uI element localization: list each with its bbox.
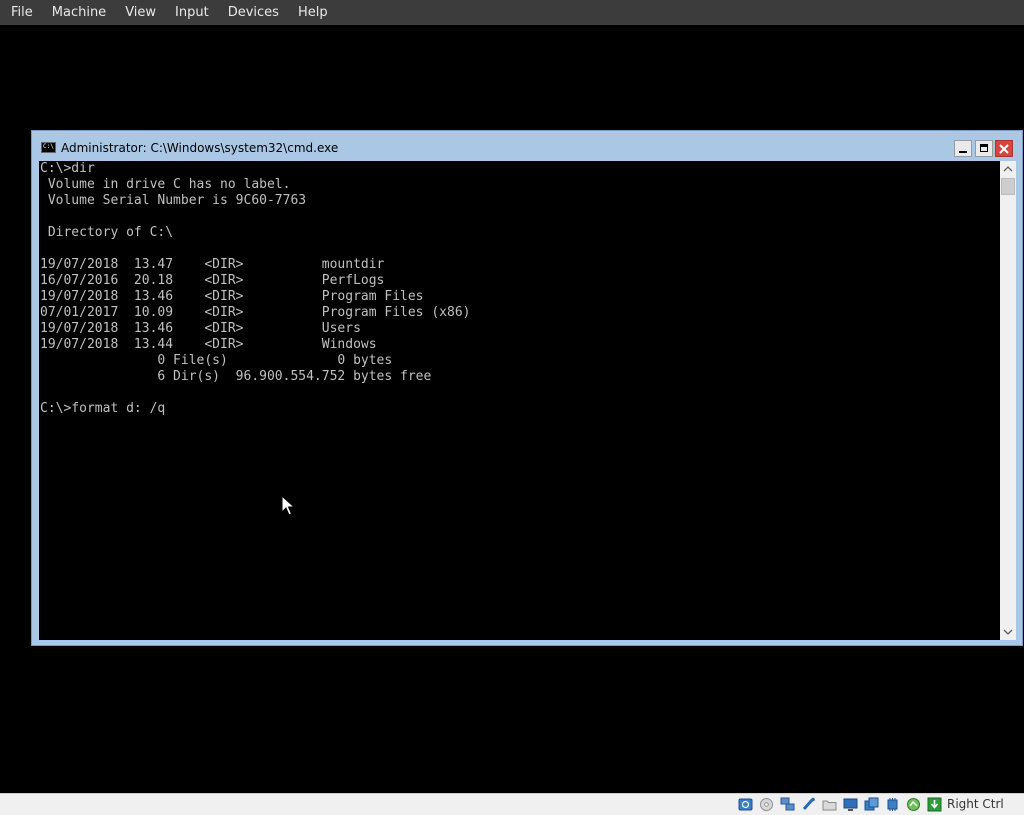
cpu-icon[interactable]: [885, 797, 900, 812]
shared-folder-icon[interactable]: [822, 797, 837, 812]
maximize-button[interactable]: [975, 140, 993, 157]
host-key-label: Right Ctrl: [947, 797, 1004, 811]
chevron-down-icon: [1003, 629, 1013, 635]
menu-help[interactable]: Help: [287, 0, 336, 25]
mouse-integration-icon[interactable]: [906, 797, 921, 812]
cmd-app-icon[interactable]: [41, 142, 56, 153]
console-line: 0 File(s) 0 bytes: [40, 353, 393, 368]
mouse-pointer-icon: [281, 495, 295, 516]
console-prompt-line: C:\>format d: /q: [40, 401, 166, 416]
console-line: 19/07/2018 13.47 <DIR> mountdir: [40, 257, 385, 272]
console-line: 19/07/2018 13.46 <DIR> Users: [40, 321, 361, 336]
vm-menubar: File Machine View Input Devices Help: [0, 0, 1024, 25]
keyboard-capture-icon[interactable]: [927, 797, 942, 812]
scroll-down-button[interactable]: [1000, 624, 1016, 640]
console-line: Volume in drive C has no label.: [40, 177, 291, 192]
minimize-button[interactable]: [954, 140, 972, 157]
hard-disk-icon[interactable]: [738, 797, 753, 812]
window-title: Administrator: C:\Windows\system32\cmd.e…: [61, 141, 339, 155]
menu-machine[interactable]: Machine: [41, 0, 114, 25]
network-icon[interactable]: [780, 797, 795, 812]
console-output[interactable]: C:\>dir Volume in drive C has no label. …: [39, 161, 1000, 640]
console-line: C:\>dir: [40, 161, 95, 176]
menu-view[interactable]: View: [114, 0, 164, 25]
menu-file[interactable]: File: [0, 0, 41, 25]
optical-drive-icon[interactable]: [759, 797, 774, 812]
console-line: 16/07/2016 20.18 <DIR> PerfLogs: [40, 273, 385, 288]
console-line: 19/07/2018 13.44 <DIR> Windows: [40, 337, 377, 352]
display-icon[interactable]: [843, 797, 858, 812]
scroll-up-button[interactable]: [1000, 161, 1016, 177]
vm-statusbar: Right Ctrl: [0, 793, 1024, 815]
menu-input[interactable]: Input: [164, 0, 217, 25]
usb-icon[interactable]: [801, 797, 816, 812]
console-line: 07/01/2017 10.09 <DIR> Program Files (x8…: [40, 305, 471, 320]
menu-devices[interactable]: Devices: [217, 0, 287, 25]
chevron-up-icon: [1003, 166, 1013, 172]
console-line: 19/07/2018 13.46 <DIR> Program Files: [40, 289, 424, 304]
cmd-title-bar[interactable]: Administrator: C:\Windows\system32\cmd.e…: [32, 131, 1022, 161]
video-capture-icon[interactable]: [864, 797, 879, 812]
vertical-scrollbar[interactable]: [1000, 161, 1016, 640]
scroll-thumb[interactable]: [1001, 178, 1015, 195]
close-icon: [999, 144, 1009, 154]
console-line: Volume Serial Number is 9C60-7763: [40, 193, 307, 208]
console-line: Directory of C:\: [40, 225, 174, 240]
close-button[interactable]: [995, 140, 1013, 157]
console-line: 6 Dir(s) 96.900.554.752 bytes free: [40, 369, 432, 384]
cmd-window: Administrator: C:\Windows\system32\cmd.e…: [31, 130, 1023, 646]
